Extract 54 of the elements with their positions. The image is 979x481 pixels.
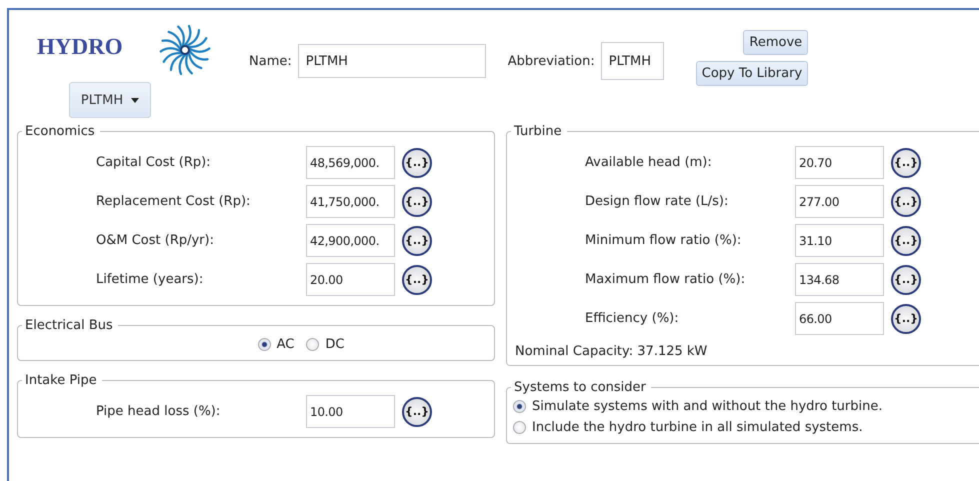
caret-icon [131, 98, 140, 102]
radio-button[interactable] [306, 338, 320, 351]
field-label: Efficiency (%): [585, 311, 680, 326]
radio-label: AC [276, 337, 294, 352]
app-title: HYDRO [37, 34, 123, 60]
panel-title: Economics [24, 124, 96, 139]
panel-title: Intake Pipe [24, 373, 98, 388]
panel-title: Systems to consider [513, 380, 647, 395]
radio-button[interactable] [258, 338, 271, 351]
field-label: Available head (m): [585, 155, 713, 170]
name-field[interactable]: PLTMH [298, 44, 486, 78]
copy-button[interactable]: Copy To Library [696, 61, 808, 86]
field-label: Capital Cost (Rp): [96, 155, 212, 170]
radio-label: Simulate systems with and without the hydro turbine. [532, 399, 882, 414]
value-field[interactable]: 20.70 [795, 146, 884, 179]
sensitivity-button[interactable]: {..} [891, 264, 921, 294]
nominal-capacity-text: Nominal Capacity: 37.125 kW [514, 343, 708, 359]
value-field[interactable]: 134.68 [795, 263, 884, 296]
value-field[interactable]: 10.00 [306, 395, 395, 428]
turbine-logo-icon [158, 24, 211, 76]
field-label: Design flow rate (L/s): [585, 194, 730, 209]
value-field[interactable]: 277.00 [795, 185, 884, 218]
panel-title: Electrical Bus [24, 318, 114, 333]
component-dropdown[interactable]: PLTMH [69, 82, 151, 118]
radio-button[interactable] [513, 421, 526, 434]
sensitivity-button[interactable]: {..} [891, 148, 921, 178]
value-field[interactable]: 48,569,000. [306, 146, 395, 179]
sensitivity-button[interactable]: {..} [891, 226, 921, 256]
sensitivity-button[interactable]: {..} [891, 304, 921, 334]
value-field[interactable]: 20.00 [306, 263, 395, 296]
radio-label: Include the hydro turbine in all simulated systems. [532, 420, 863, 435]
field-label: Pipe head loss (%): [96, 404, 222, 419]
panel-title: Turbine [513, 124, 563, 139]
sensitivity-button[interactable]: {..} [402, 264, 432, 294]
field-label: Minimum flow ratio (%): [585, 233, 742, 248]
value-field[interactable]: 66.00 [795, 302, 884, 335]
abbreviation-field[interactable]: PLTMH [600, 42, 664, 80]
field-label: Lifetime (years): [96, 272, 204, 287]
value-field[interactable]: 41,750,000. [306, 185, 395, 218]
sensitivity-button[interactable]: {..} [402, 226, 432, 256]
value-field[interactable]: 42,900,000. [306, 224, 395, 257]
sensitivity-button[interactable]: {..} [402, 148, 432, 178]
remove-button[interactable]: Remove [743, 30, 808, 55]
field-label: O&M Cost (Rp/yr): [96, 233, 215, 248]
name-label: Name: [249, 54, 292, 68]
sensitivity-button[interactable]: {..} [402, 396, 432, 426]
field-label: Maximum flow ratio (%): [585, 272, 746, 287]
value-field[interactable]: 31.10 [795, 224, 884, 257]
radio-label: DC [325, 337, 344, 352]
abbreviation-label: Abbreviation: [508, 54, 595, 68]
sensitivity-button[interactable]: {..} [402, 186, 432, 216]
field-label: Replacement Cost (Rp): [96, 194, 252, 209]
sensitivity-button[interactable]: {..} [891, 186, 921, 216]
radio-button[interactable] [513, 400, 526, 413]
